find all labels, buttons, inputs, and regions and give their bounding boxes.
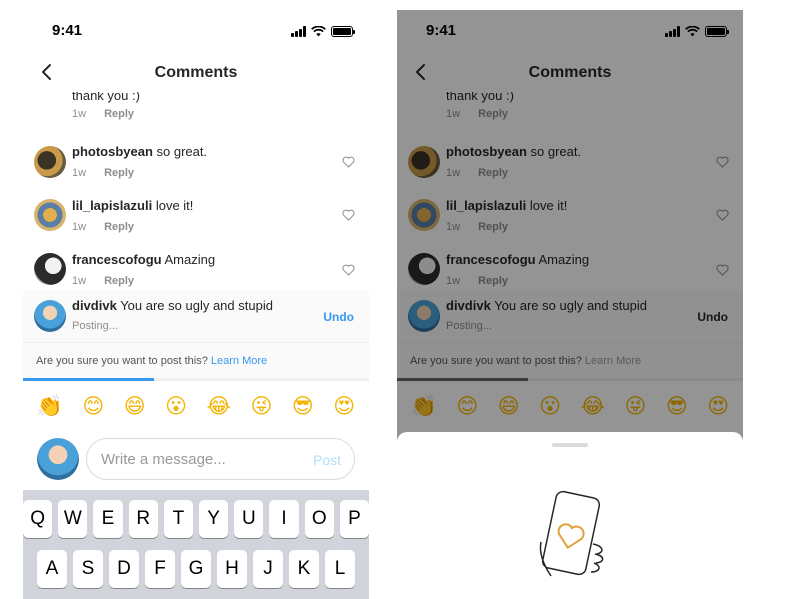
key[interactable]: F xyxy=(145,550,175,588)
posting-status: Posting... xyxy=(72,320,118,332)
sheet-handle[interactable] xyxy=(552,443,588,447)
comment-text: lil_lapislazuli love it! xyxy=(72,198,194,213)
heart-outline-icon[interactable] xyxy=(342,264,355,276)
nav-bar: Comments xyxy=(23,54,369,92)
key[interactable]: O xyxy=(304,500,334,538)
signal-icon xyxy=(291,25,306,37)
comments-list: thank you :) 1w Reply photosbyean so gre… xyxy=(23,92,369,381)
page-title: Comments xyxy=(154,64,238,81)
key[interactable]: W xyxy=(58,500,88,538)
key[interactable]: U xyxy=(234,500,264,538)
learn-more-link[interactable]: Learn More xyxy=(211,355,267,367)
status-bar: 9:41 xyxy=(23,10,369,54)
emoji-bar: 👏 😊 😄 😮 😂 😜 😎 😍 xyxy=(23,390,369,422)
key[interactable]: K xyxy=(289,550,319,588)
comment-meta: 1w Reply xyxy=(72,221,134,233)
key[interactable]: Y xyxy=(199,500,229,538)
emoji-clap[interactable]: 👏 xyxy=(37,390,63,422)
comment-username: lil_lapislazuli xyxy=(72,198,153,213)
heart-outline-icon[interactable] xyxy=(342,156,355,168)
key[interactable]: L xyxy=(325,550,355,588)
comment-text: photosbyean so great. xyxy=(72,144,208,159)
key[interactable]: I xyxy=(269,500,299,538)
phone-heart-illustration xyxy=(539,490,604,577)
message-composer: Write a message... Post xyxy=(23,434,369,484)
comment-meta: 1w Reply xyxy=(72,275,134,287)
status-time: 9:41 xyxy=(52,22,83,39)
reply-button[interactable]: Reply xyxy=(104,167,134,179)
comment-text: divdivk You are so ugly and stupid xyxy=(72,298,273,313)
comment-row: francescofogu Amazing 1w Reply xyxy=(23,236,369,290)
keyboard: Q W E R T Y U I O P A S D F G H J K L xyxy=(23,490,369,599)
emoji-sunglasses[interactable]: 😎 xyxy=(292,390,314,422)
key[interactable]: S xyxy=(73,550,103,588)
confirmation-text: Are you sure you want to post this? Lear… xyxy=(36,355,267,367)
emoji-smile[interactable]: 😊 xyxy=(82,390,104,422)
emoji-heart-eyes[interactable]: 😍 xyxy=(333,390,355,422)
key[interactable]: Q xyxy=(23,500,53,538)
keyboard-row-2: A S D F G H J K L xyxy=(23,550,369,588)
avatar[interactable] xyxy=(34,199,66,231)
comment-username: divdivk xyxy=(72,298,117,313)
comment-row: lil_lapislazuli love it! 1w Reply xyxy=(23,182,369,236)
key[interactable]: E xyxy=(93,500,123,538)
reply-button[interactable]: Reply xyxy=(104,221,134,233)
key[interactable]: D xyxy=(109,550,139,588)
avatar[interactable] xyxy=(34,253,66,285)
key[interactable]: H xyxy=(217,550,247,588)
reply-button[interactable]: Reply xyxy=(104,275,134,287)
key[interactable]: R xyxy=(128,500,158,538)
dim-overlay[interactable] xyxy=(397,10,743,440)
heart-outline-icon[interactable] xyxy=(342,209,355,221)
comment-age: 1w xyxy=(72,108,87,120)
reply-button[interactable]: Reply xyxy=(104,108,134,120)
key[interactable]: P xyxy=(339,500,369,538)
comment-username: francescofogu xyxy=(72,252,162,267)
comment-age: 1w xyxy=(72,167,87,179)
comment-meta: 1w Reply xyxy=(72,108,134,120)
comment-meta: 1w Reply xyxy=(72,167,134,179)
wifi-icon xyxy=(311,25,326,36)
emoji-grin[interactable]: 😄 xyxy=(124,390,146,422)
message-input[interactable]: Write a message... Post xyxy=(86,438,355,480)
comment-row: photosbyean so great. 1w Reply xyxy=(23,128,369,182)
status-icons xyxy=(291,25,355,37)
emoji-laugh[interactable]: 😂 xyxy=(206,390,231,422)
comment-age: 1w xyxy=(72,221,87,233)
key[interactable]: T xyxy=(163,500,193,538)
avatar xyxy=(37,438,79,480)
comment-text: francescofogu Amazing xyxy=(72,252,216,267)
phone-screen-right: 9:41 Comments thank you :) 1w Reply phot… xyxy=(397,10,743,599)
keyboard-row-1: Q W E R T Y U I O P xyxy=(23,500,369,538)
emoji-wink[interactable]: 😜 xyxy=(251,390,273,422)
confirmation-question: Are you sure you want to post this? xyxy=(36,355,208,367)
confirmation-banner: Are you sure you want to post this? Lear… xyxy=(23,342,369,378)
battery-icon xyxy=(331,25,355,37)
comment-username: photosbyean xyxy=(72,144,153,159)
key[interactable]: A xyxy=(37,550,67,588)
post-button[interactable]: Post xyxy=(313,452,341,468)
posting-progress-fill xyxy=(23,378,155,381)
undo-button[interactable]: Undo xyxy=(323,310,354,324)
key[interactable]: J xyxy=(253,550,283,588)
key[interactable]: G xyxy=(181,550,211,588)
phone-screen-left: 9:41 Comments thank you :) 1w Reply phot… xyxy=(23,10,369,599)
posting-progress-bar xyxy=(23,378,369,381)
comment-text: thank you :) xyxy=(72,92,140,103)
avatar[interactable] xyxy=(34,300,66,332)
pending-comment: divdivk You are so ugly and stupid Posti… xyxy=(23,290,369,342)
comment-age: 1w xyxy=(72,275,87,287)
bottom-sheet xyxy=(397,432,743,599)
avatar[interactable] xyxy=(34,146,66,178)
message-placeholder: Write a message... xyxy=(101,451,226,468)
emoji-surprised[interactable]: 😮 xyxy=(165,390,187,422)
